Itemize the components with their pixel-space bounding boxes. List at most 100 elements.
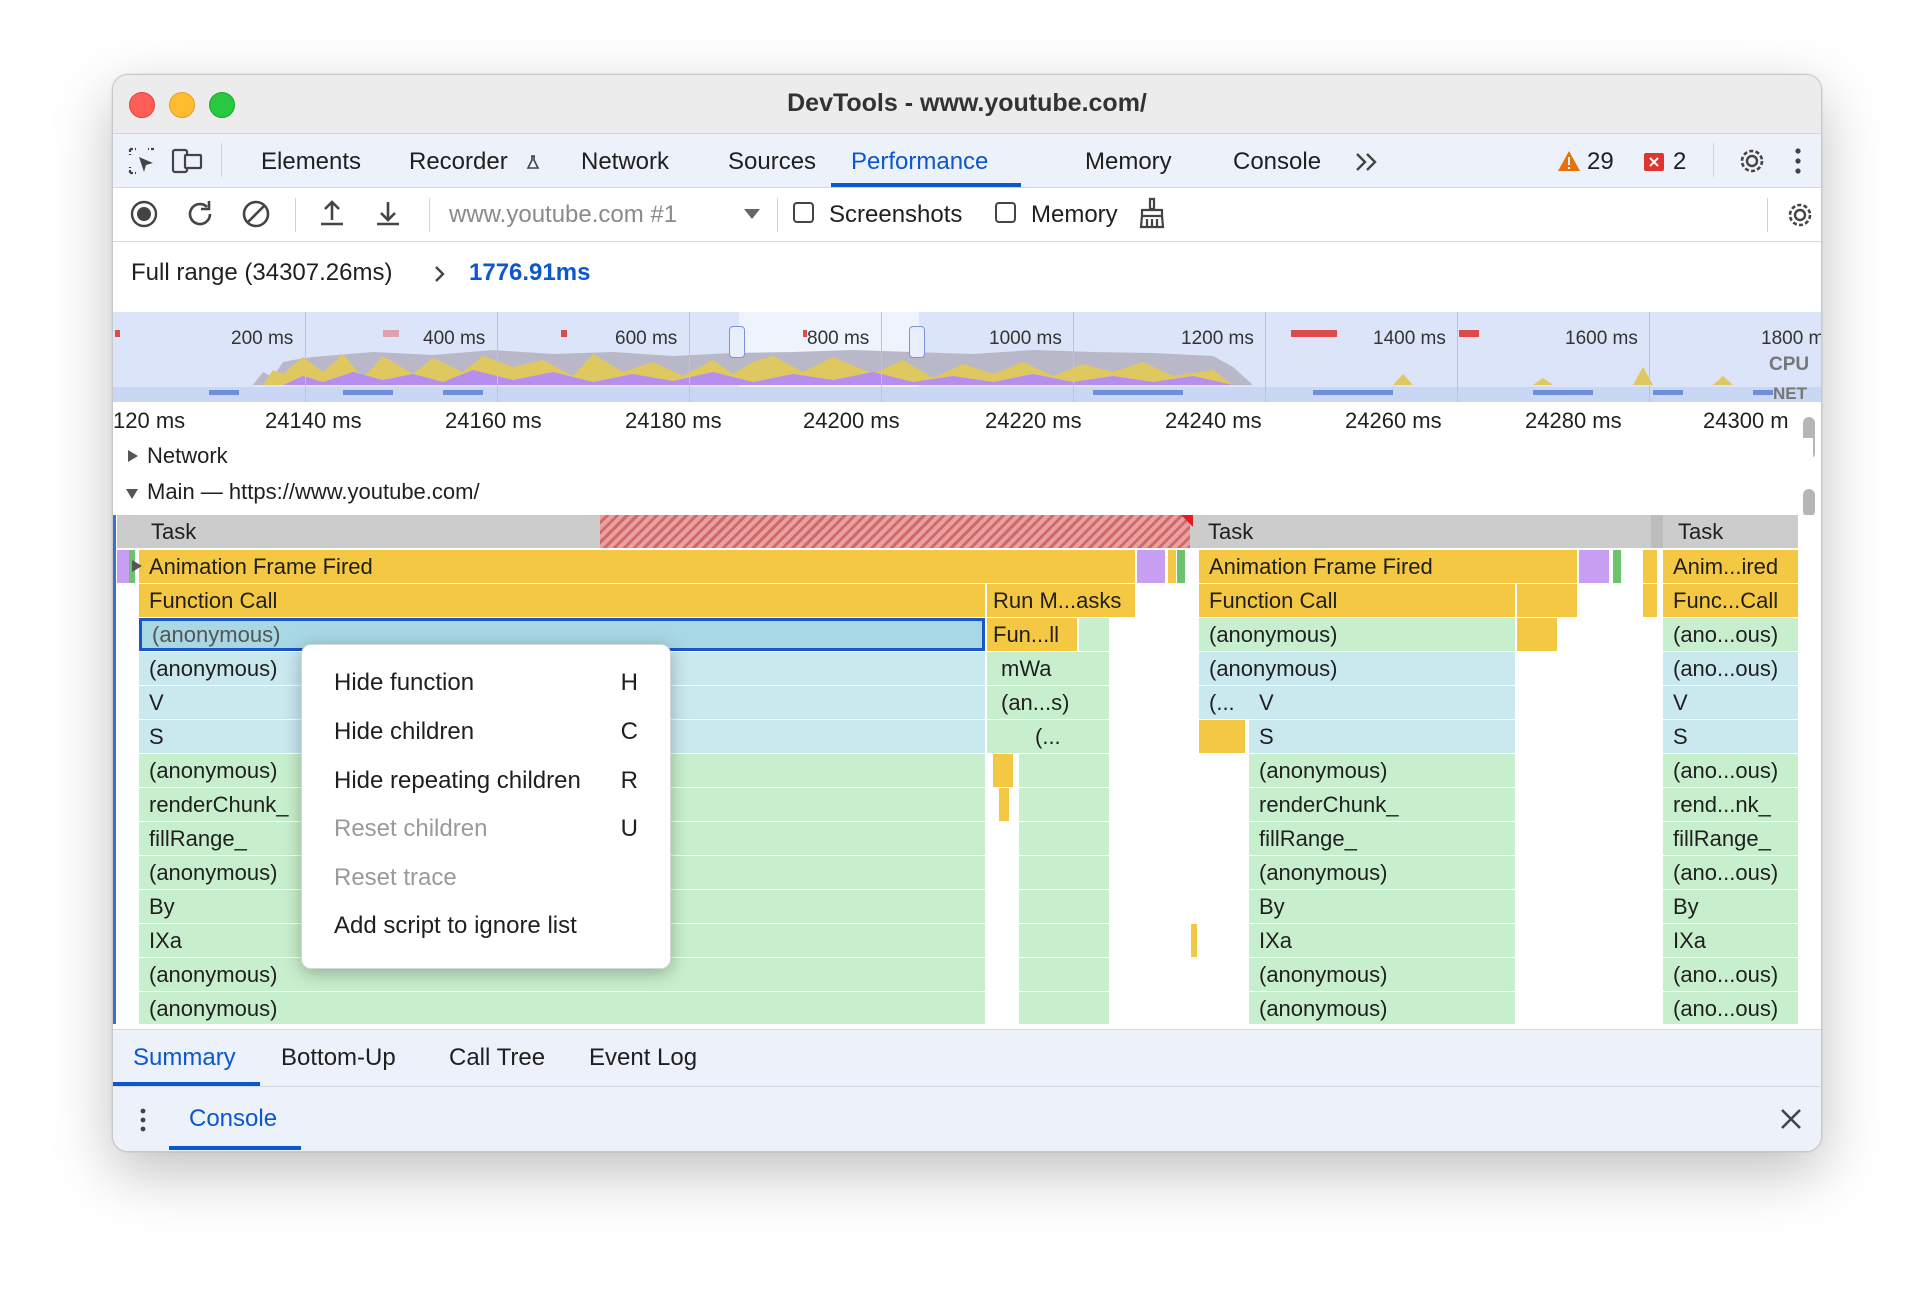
fill-range-bar[interactable]: fillRange_ — [1663, 822, 1798, 855]
more-options-icon[interactable] — [1793, 146, 1803, 176]
chevron-down-icon[interactable] — [743, 208, 761, 220]
error-icon[interactable] — [1643, 152, 1665, 172]
collapse-triangle-icon[interactable] — [125, 488, 139, 500]
warnings-count[interactable]: 29 — [1587, 148, 1614, 176]
anonymous-bar[interactable]: (anonymous) — [1249, 856, 1515, 889]
anonymous-bar[interactable]: (anonymous) — [1249, 754, 1515, 787]
animation-frame-bar[interactable]: Animation Frame Fired — [1199, 550, 1577, 583]
green-sliver — [1079, 618, 1109, 651]
device-toolbar-icon[interactable] — [171, 146, 203, 176]
warning-icon[interactable] — [1557, 150, 1581, 172]
mwa-bar[interactable]: mWa — [987, 652, 1109, 685]
expand-triangle-icon[interactable] — [127, 449, 139, 463]
record-icon[interactable] — [129, 199, 159, 229]
full-range-breadcrumb[interactable]: Full range (34307.26ms) — [131, 259, 392, 287]
tab-network[interactable]: Network — [581, 148, 669, 176]
target-select[interactable]: www.youtube.com #1 — [449, 201, 677, 229]
anonymous-bar[interactable]: (anonymous) — [1249, 992, 1515, 1024]
anonymous-bar[interactable]: (ano...ous) — [1663, 754, 1798, 787]
anonymous-bar[interactable]: (anonymous) — [1199, 618, 1515, 651]
by-bar[interactable]: By — [1249, 890, 1515, 923]
expand-triangle-icon[interactable] — [131, 559, 143, 573]
animation-frame-bar[interactable]: Animation Frame Fired — [139, 550, 1135, 583]
menu-item-hide-children[interactable]: Hide children — [334, 718, 474, 746]
close-icon[interactable] — [1779, 1107, 1803, 1131]
memory-label[interactable]: Memory — [1031, 201, 1118, 229]
run-microtasks-bar[interactable]: Run M...asks — [987, 584, 1135, 617]
tab-memory[interactable]: Memory — [1085, 148, 1172, 176]
garbage-collect-broom-icon[interactable] — [1137, 197, 1167, 229]
animation-frame-bar[interactable]: Anim...ired — [1663, 550, 1798, 583]
clear-icon[interactable] — [241, 199, 271, 229]
track-scrollbar[interactable] — [1803, 489, 1815, 517]
tab-call-tree[interactable]: Call Tree — [449, 1044, 545, 1072]
timeline-overview[interactable]: 200 ms 400 ms 600 ms 800 ms 1000 ms 1200… — [113, 312, 1821, 402]
fun-bar[interactable]: Fun...ll — [987, 618, 1077, 651]
reload-record-icon[interactable] — [185, 199, 215, 229]
tab-summary[interactable]: Summary — [133, 1044, 236, 1072]
anonymous-bar[interactable]: (anonymous) — [139, 992, 985, 1024]
render-chunk-bar[interactable]: rend...nk_ — [1663, 788, 1798, 821]
s-bar[interactable]: S — [1663, 720, 1798, 753]
fill-range-bar[interactable]: fillRange_ — [1249, 822, 1515, 855]
upload-icon[interactable] — [317, 198, 347, 228]
tab-sources[interactable]: Sources — [728, 148, 816, 176]
v-bar[interactable]: V — [1249, 686, 1515, 719]
screenshots-label[interactable]: Screenshots — [829, 201, 962, 229]
render-chunk-bar[interactable]: renderChunk_ — [1249, 788, 1515, 821]
paren-bar[interactable]: (... — [987, 720, 1109, 753]
green-block — [1019, 788, 1109, 821]
task-bar[interactable]: Task — [1198, 515, 1648, 548]
tab-elements[interactable]: Elements — [261, 148, 361, 176]
tab-recorder[interactable]: Recorder — [409, 148, 508, 176]
menu-item-add-script-to-ignore-list[interactable]: Add script to ignore list — [334, 912, 577, 940]
task-bar[interactable]: Task — [141, 515, 501, 548]
anonymous-bar[interactable]: (anonymous) — [1249, 958, 1515, 991]
s-bar[interactable]: S — [1249, 720, 1515, 753]
ruler-tick: 120 ms — [113, 408, 186, 433]
chevron-double-right-icon[interactable] — [1353, 150, 1381, 174]
tab-console[interactable]: Console — [1233, 148, 1321, 176]
network-track-header[interactable]: Network — [113, 438, 1813, 475]
anonymous-bar[interactable]: (ano...ous) — [1663, 992, 1798, 1024]
inspect-element-icon[interactable] — [127, 146, 157, 176]
function-call-bar[interactable]: Function Call — [1199, 584, 1515, 617]
selected-range-breadcrumb[interactable]: 1776.91ms — [469, 259, 590, 287]
paren-bar[interactable]: (... — [1199, 686, 1249, 719]
green-sliver — [1613, 550, 1621, 583]
green-block — [1019, 754, 1109, 787]
drawer-menu-icon[interactable] — [139, 1107, 147, 1133]
ans-bar[interactable]: (an...s) — [987, 686, 1109, 719]
memory-checkbox[interactable] — [995, 202, 1016, 223]
range-right-handle[interactable] — [909, 326, 925, 358]
anonymous-bar[interactable]: (ano...ous) — [1663, 652, 1798, 685]
main-track-header[interactable]: Main — https://www.youtube.com/ — [113, 475, 1813, 512]
menu-item-hide-repeating-children[interactable]: Hide repeating children — [334, 767, 581, 795]
errors-count[interactable]: 2 — [1673, 148, 1686, 176]
settings-gear-icon[interactable] — [1735, 144, 1769, 178]
green-block — [1019, 822, 1109, 855]
anonymous-bar[interactable]: (ano...ous) — [1663, 856, 1798, 889]
anonymous-bar[interactable]: (anonymous) — [1199, 652, 1515, 685]
tab-bottom-up[interactable]: Bottom-Up — [281, 1044, 396, 1072]
tab-event-log[interactable]: Event Log — [589, 1044, 697, 1072]
drawer-tab-console[interactable]: Console — [189, 1105, 277, 1133]
function-call-bar[interactable]: Function Call — [139, 584, 985, 617]
purple-sliver — [1137, 550, 1165, 583]
anonymous-bar[interactable]: (ano...ous) — [1663, 618, 1798, 651]
capture-settings-gear-icon[interactable] — [1783, 198, 1817, 232]
tab-performance[interactable]: Performance — [851, 148, 988, 176]
ixa-bar[interactable]: IXa — [1249, 924, 1515, 957]
download-icon[interactable] — [373, 198, 403, 228]
menu-item-hide-function[interactable]: Hide function — [334, 669, 474, 697]
screenshots-checkbox[interactable] — [793, 202, 814, 223]
yellow-sliver — [999, 788, 1009, 821]
function-call-bar[interactable]: Func...Call — [1663, 584, 1798, 617]
range-left-handle[interactable] — [729, 326, 745, 358]
task-bar[interactable]: Task — [1668, 515, 1798, 548]
by-bar[interactable]: By — [1663, 890, 1798, 923]
ixa-bar[interactable]: IXa — [1663, 924, 1798, 957]
anonymous-bar[interactable]: (ano...ous) — [1663, 958, 1798, 991]
v-bar[interactable]: V — [1663, 686, 1798, 719]
green-block — [1019, 890, 1109, 923]
